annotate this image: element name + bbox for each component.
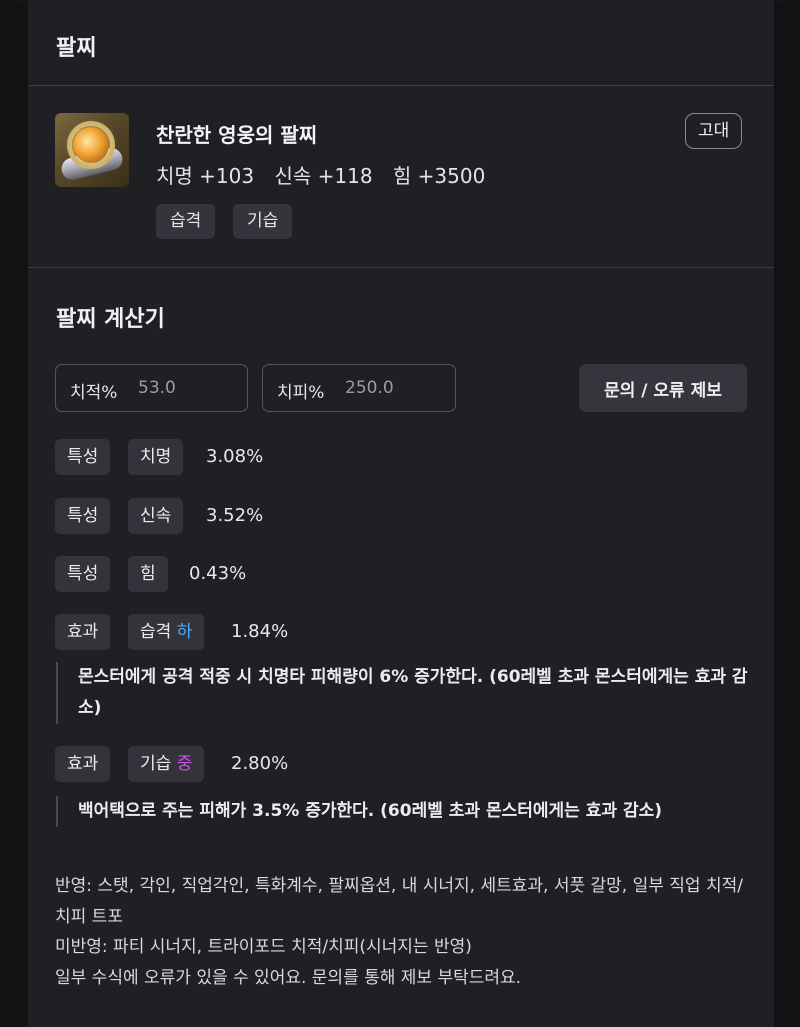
calculator-title: 팔찌 계산기 [56,307,165,332]
effect-description: 몬스터에게 공격 적중 시 치명타 피해량이 6% 증가한다. (60레벨 초과… [56,662,756,724]
item-tag: 기습 [233,204,293,239]
row-name-chip: 힘 [128,556,168,592]
crit-damage-field[interactable]: 치피% [262,364,456,412]
crit-rate-input[interactable] [138,374,238,402]
row-name-chip: 습격 하 [128,614,205,650]
row-percent: 3.08% [206,446,264,467]
effect-description: 백어택으로 주는 피해가 3.5% 증가한다. (60레벨 초과 몬스터에게는 … [56,796,756,827]
row-type-chip: 효과 [55,614,111,650]
crit-damage-label: 치피% [277,383,325,403]
row-type-chip: 특성 [55,439,111,475]
row-name-chip: 기습 중 [128,746,205,782]
row-percent: 3.52% [206,505,264,526]
item-stat: 신속 +118 [274,164,373,188]
effect-name: 기습 [140,754,172,774]
crit-rate-label: 치적% [70,383,118,403]
item-stat: 치명 +103 [156,164,255,188]
item-stats: 치명 +103 신속 +118 힘 +3500 [156,160,499,189]
crit-rate-field[interactable]: 치적% [55,364,248,412]
row-percent: 2.80% [231,753,289,774]
row-percent: 1.84% [231,621,289,642]
effect-name: 습격 [140,622,172,642]
crit-damage-input[interactable] [345,374,445,402]
effect-level: 하 [176,622,193,642]
panel-header: 팔찌 [28,0,774,86]
reflected-note: 반영: 스탯, 각인, 직업각인, 특화계수, 팔찌옵션, 내 시너지, 세트효… [55,876,743,927]
item-tag: 습격 [156,204,216,239]
grade-badge: 고대 [685,113,743,149]
page-title: 팔찌 [56,36,97,61]
effect-level: 중 [176,754,193,774]
row-name-chip: 신속 [128,498,184,534]
disclaimer-note: 일부 수식에 오류가 있을 수 있어요. 문의를 통해 제보 부탁드려요. [55,967,522,988]
row-type-chip: 특성 [55,498,111,534]
item-stat: 힘 +3500 [392,164,486,188]
item-summary: 찬란한 영웅의 팔찌 치명 +103 신속 +118 힘 +3500 습격 기습… [28,87,774,268]
not-reflected-note: 미반영: 파티 시너지, 트라이포드 치적/치피(시너지는 반영) [55,937,472,957]
report-error-button[interactable]: 문의 / 오류 제보 [579,364,747,412]
row-type-chip: 효과 [55,746,111,782]
item-name: 찬란한 영웅의 팔찌 [156,123,318,147]
calculation-notes: 반영: 스탯, 각인, 직업각인, 특화계수, 팔찌옵션, 내 시너지, 세트효… [55,871,755,993]
row-percent: 0.43% [189,563,247,584]
row-name-chip: 치명 [128,439,184,475]
row-type-chip: 특성 [55,556,111,592]
bracelet-item-icon [55,113,129,187]
